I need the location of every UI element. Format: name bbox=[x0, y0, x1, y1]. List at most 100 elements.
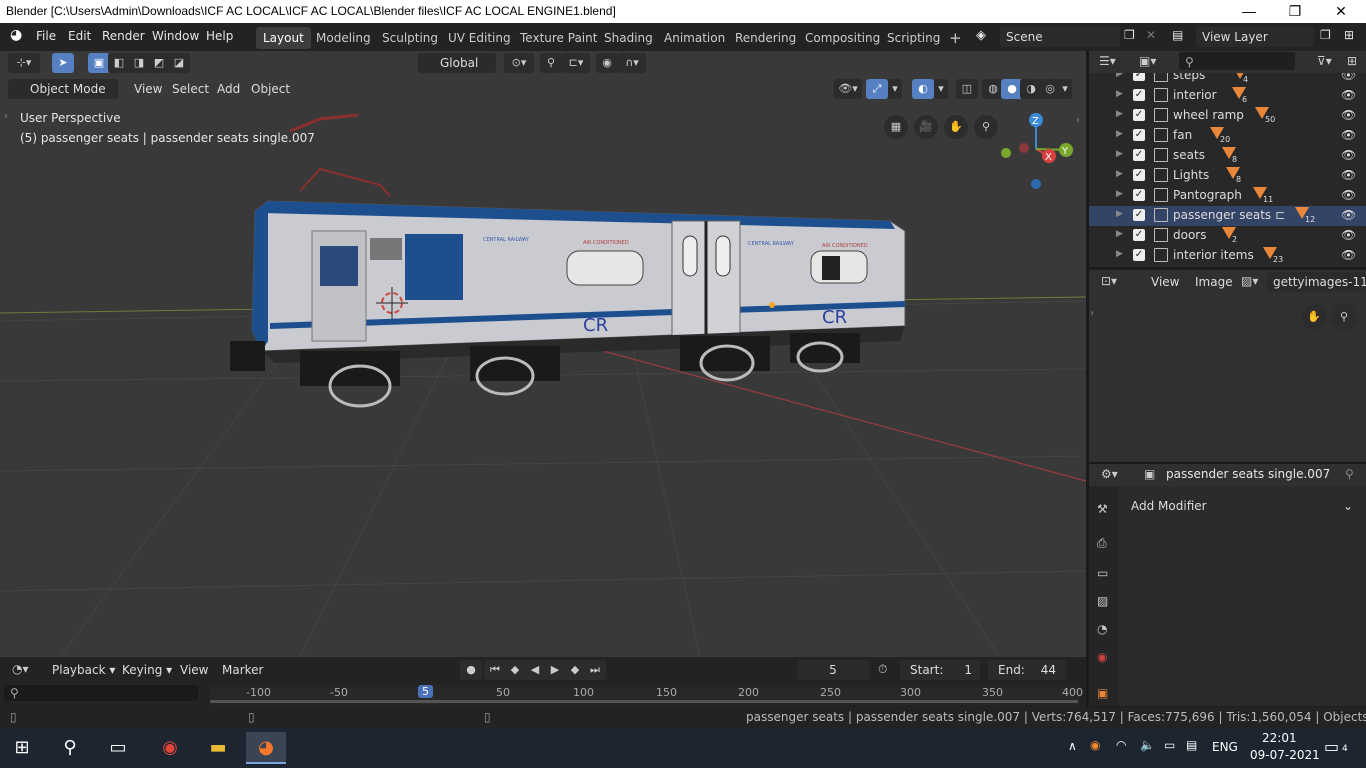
snap-toggle-icon[interactable]: ⚲ bbox=[540, 53, 562, 73]
menu-file[interactable]: File bbox=[36, 29, 56, 43]
image-pan-hand-icon[interactable]: ✋ bbox=[1301, 304, 1327, 330]
next-keyframe-icon[interactable]: ◆ bbox=[564, 660, 586, 680]
tab-animation[interactable]: Animation bbox=[657, 27, 732, 49]
network-icon[interactable]: ▤ bbox=[1186, 738, 1197, 752]
world-tab-icon[interactable]: ◉ bbox=[1097, 650, 1107, 664]
marker-menu[interactable]: Marker bbox=[216, 660, 269, 680]
pan-hand-icon[interactable]: ✋ bbox=[944, 115, 968, 139]
battery-icon[interactable]: ▭ bbox=[1164, 738, 1175, 752]
checkbox-icon[interactable]: ✓ bbox=[1133, 229, 1145, 241]
outliner-row-interior[interactable]: ▶ ✓ interior 6 👁 bbox=[1089, 86, 1366, 106]
select-intersect-icon[interactable]: ◪ bbox=[168, 53, 190, 73]
render-tab-icon[interactable]: ⎙ bbox=[1097, 536, 1107, 551]
checkbox-icon[interactable]: ✓ bbox=[1133, 169, 1145, 181]
chrome-icon[interactable]: ◉ bbox=[150, 732, 190, 764]
menu-edit[interactable]: Edit bbox=[68, 29, 91, 43]
view-layer-tab-icon[interactable]: ▨ bbox=[1097, 594, 1108, 608]
eye-icon[interactable]: 👁 bbox=[1341, 208, 1356, 222]
select-extend-icon[interactable]: ◧ bbox=[108, 53, 130, 73]
checkbox-icon[interactable]: ✓ bbox=[1133, 109, 1145, 121]
play-icon[interactable]: ▶ bbox=[544, 660, 566, 680]
maximize-button[interactable]: ❐ bbox=[1272, 0, 1318, 23]
eye-icon[interactable]: 👁 bbox=[1341, 248, 1356, 262]
blender-logo-icon[interactable]: ◕ bbox=[10, 27, 22, 43]
timeline-view-menu[interactable]: View bbox=[174, 660, 214, 680]
timeline-editor-icon[interactable]: ◔▾ bbox=[12, 662, 29, 676]
checkbox-icon[interactable]: ✓ bbox=[1133, 89, 1145, 101]
tool-tab-icon[interactable]: ⚒ bbox=[1097, 502, 1108, 516]
task-view-icon[interactable]: ▭ bbox=[98, 732, 138, 764]
outliner-row-doors[interactable]: ▶ ✓ doors 2 👁 bbox=[1089, 226, 1366, 246]
current-frame-marker[interactable]: 5 bbox=[418, 685, 433, 698]
language-indicator[interactable]: ENG bbox=[1212, 740, 1238, 754]
eye-icon[interactable]: 👁 bbox=[1341, 108, 1356, 122]
tab-rendering[interactable]: Rendering bbox=[728, 27, 803, 49]
tab-texture-paint[interactable]: Texture Paint bbox=[513, 27, 604, 49]
gizmo-dropdown-icon[interactable]: ▾ bbox=[888, 79, 902, 99]
select-subtract-icon[interactable]: ◨ bbox=[128, 53, 150, 73]
transform-orientation-dropdown[interactable]: Global bbox=[418, 53, 496, 73]
overlays-dropdown-icon[interactable]: ▾ bbox=[934, 79, 948, 99]
wifi-icon[interactable]: ◠ bbox=[1116, 738, 1126, 752]
outliner-row-pantograph[interactable]: ▶ ✓ Pantograph 11 👁 bbox=[1089, 186, 1366, 206]
record-icon[interactable]: ● bbox=[460, 660, 482, 680]
image-editor-menu-view[interactable]: View bbox=[1145, 272, 1185, 292]
outliner-row-passenger-seats[interactable]: ▶ ✓ passenger seats ⊏ 12 👁 bbox=[1089, 206, 1366, 226]
play-reverse-icon[interactable]: ◀ bbox=[524, 660, 546, 680]
snap-target-icon[interactable]: ⊏▾ bbox=[562, 53, 590, 73]
checkbox-icon[interactable]: ✓ bbox=[1133, 189, 1145, 201]
stopwatch-icon[interactable]: ⏱ bbox=[878, 662, 887, 677]
select-invert-icon[interactable]: ◩ bbox=[148, 53, 170, 73]
close-button[interactable]: ✕ bbox=[1318, 0, 1364, 23]
falloff-icon[interactable]: ∩▾ bbox=[618, 53, 646, 73]
checkbox-icon[interactable]: ✓ bbox=[1133, 129, 1145, 141]
eye-icon[interactable]: 👁 bbox=[1341, 188, 1356, 202]
outliner-row-steps[interactable]: ▶ ✓ steps 4 👁 bbox=[1089, 73, 1366, 86]
outliner-row-wheel-ramp[interactable]: ▶ ✓ wheel ramp 50 👁 bbox=[1089, 106, 1366, 126]
copy-view-layer-icon[interactable]: ❐ bbox=[1320, 28, 1331, 42]
checkbox-icon[interactable]: ✓ bbox=[1133, 73, 1145, 81]
tool-shelf-expand-icon[interactable]: › bbox=[1090, 308, 1094, 319]
menu-help[interactable]: Help bbox=[206, 29, 233, 43]
scene-tab-icon[interactable]: ◔ bbox=[1097, 622, 1107, 636]
tab-layout[interactable]: Layout bbox=[256, 27, 311, 49]
tab-compositing[interactable]: Compositing bbox=[798, 27, 887, 49]
image-editor-type-icon[interactable]: ⊡▾ bbox=[1101, 274, 1117, 288]
eye-icon[interactable]: 👁 bbox=[1341, 168, 1356, 182]
outliner-row-interior-items[interactable]: ▶ ✓ interior items 23 👁 bbox=[1089, 246, 1366, 266]
outliner-panel[interactable]: ▶ ✓ steps 4 👁 ▶ ✓ interior 6 👁 ▶ ✓ wheel ra… bbox=[1089, 73, 1366, 267]
copy-scene-icon[interactable]: ❐ bbox=[1124, 28, 1135, 42]
output-tab-icon[interactable]: ▭ bbox=[1097, 566, 1108, 580]
outliner-row-lights[interactable]: ▶ ✓ Lights 8 👁 bbox=[1089, 166, 1366, 186]
notifications-icon[interactable]: ▭ bbox=[1324, 737, 1339, 756]
clock-date[interactable]: 09-07-2021 bbox=[1250, 748, 1320, 762]
file-explorer-icon[interactable]: ▬ bbox=[198, 732, 238, 764]
add-workspace-button[interactable]: + bbox=[942, 27, 969, 49]
keying-menu[interactable]: Keying ▾ bbox=[116, 660, 178, 680]
remove-scene-icon[interactable]: ✕ bbox=[1146, 28, 1156, 42]
start-button-icon[interactable]: ⊞ bbox=[2, 732, 42, 764]
properties-panel[interactable]: ⚙▾ ▣ passender seats single.007 ⚲ ⚒ ⎙ ▭ … bbox=[1089, 464, 1366, 706]
outliner-search-input[interactable]: ⚲ bbox=[1179, 52, 1295, 70]
eye-icon[interactable]: 👁 bbox=[1341, 128, 1356, 142]
eye-icon[interactable]: 👁 bbox=[1341, 73, 1356, 82]
view-layer-field[interactable]: View Layer bbox=[1196, 27, 1314, 47]
blender-taskbar-icon[interactable]: ◕ bbox=[246, 732, 286, 764]
taskbar-search-icon[interactable]: ⚲ bbox=[50, 732, 90, 764]
menu-window[interactable]: Window bbox=[152, 29, 199, 43]
sidebar-expand-icon[interactable]: ‹ bbox=[1076, 115, 1080, 126]
jump-start-icon[interactable]: ⏮ bbox=[484, 660, 506, 680]
timeline-search-input[interactable]: ⚲ bbox=[4, 685, 198, 701]
end-frame-field[interactable]: End: 44 bbox=[988, 660, 1066, 680]
minimize-button[interactable]: — bbox=[1226, 0, 1272, 23]
new-collection-icon[interactable]: ⊞ bbox=[1347, 54, 1357, 68]
clock-time[interactable]: 22:01 bbox=[1262, 731, 1297, 745]
image-browse-icon[interactable]: ▨▾ bbox=[1241, 274, 1258, 288]
eye-icon[interactable]: 👁 bbox=[1341, 148, 1356, 162]
mode-dropdown[interactable]: Object Mode bbox=[8, 79, 118, 99]
visibility-icon[interactable]: 👁▾ bbox=[834, 79, 862, 99]
toolbar-expand-icon[interactable]: › bbox=[4, 111, 8, 122]
menu-select[interactable]: Select bbox=[166, 79, 215, 99]
viewport-3d[interactable]: CR CR CENTRAL RAILWAY AIR CONDITIONED CE… bbox=[0, 51, 1086, 657]
current-frame-field[interactable]: 5 bbox=[797, 660, 869, 680]
